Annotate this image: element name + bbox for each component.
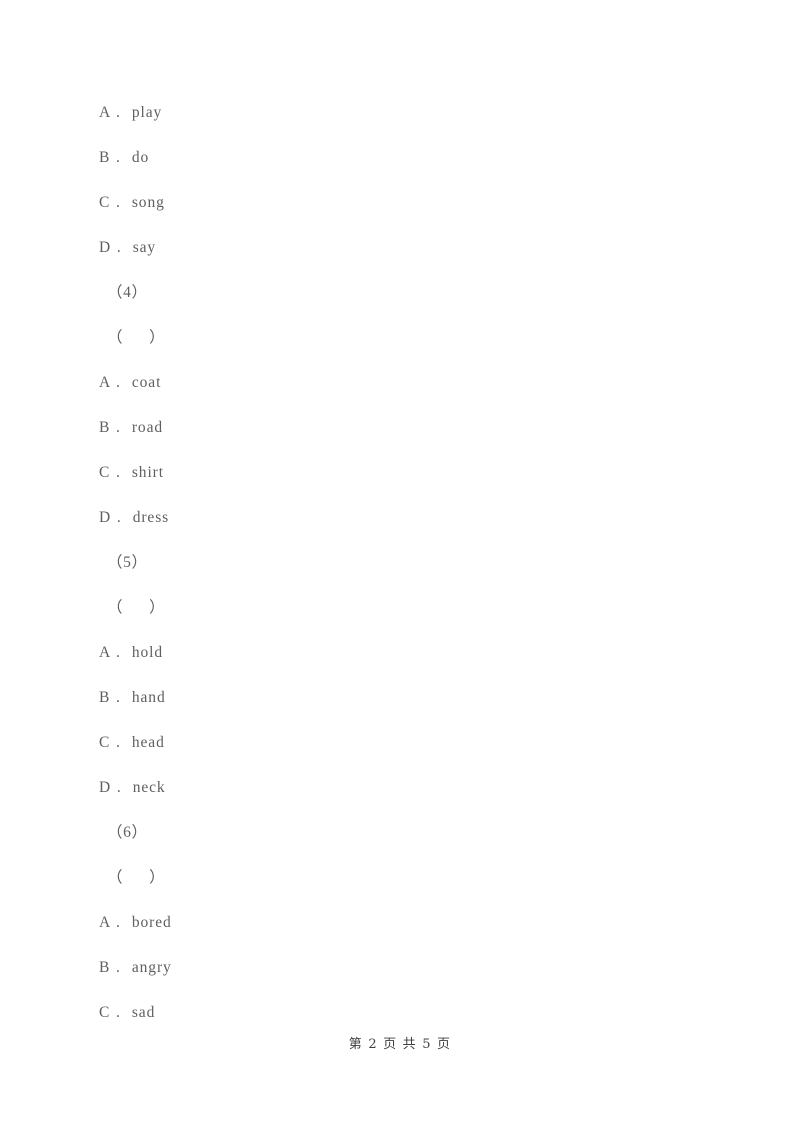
option-text: dress: [132, 509, 170, 526]
option-letter: B: [99, 419, 111, 436]
option-row[interactable]: A . coat: [99, 370, 719, 415]
answer-blank-open-paren: （: [107, 869, 124, 886]
option-text: shirt: [131, 464, 164, 481]
option-text: coat: [131, 374, 162, 391]
option-separator: .: [116, 149, 122, 166]
document-page: A . play B . do C . song D . say （4）（） A . co…: [0, 0, 800, 1132]
option-separator: .: [116, 509, 123, 526]
option-separator: .: [116, 689, 122, 706]
option-separator: .: [116, 914, 122, 931]
option-separator: .: [116, 104, 122, 121]
option-separator: .: [116, 419, 122, 436]
option-letter: C: [99, 464, 111, 481]
answer-blank-open-paren: （: [107, 329, 124, 346]
option-text: angry: [131, 959, 172, 976]
option-text: say: [132, 239, 157, 256]
option-text: head: [131, 734, 165, 751]
option-row[interactable]: A . play: [99, 100, 719, 145]
option-letter: B: [99, 959, 111, 976]
answer-blank-open-paren: （: [107, 599, 124, 616]
option-text: do: [131, 149, 150, 166]
option-separator: .: [116, 194, 122, 211]
option-letter: C: [99, 734, 111, 751]
option-letter: C: [99, 194, 111, 211]
option-separator: .: [116, 734, 122, 751]
option-separator: .: [116, 1004, 122, 1021]
answer-blank[interactable]: （）: [99, 595, 719, 640]
option-letter: D: [99, 509, 112, 526]
option-letter: A: [99, 104, 111, 121]
answer-blank-close-paren: ）: [149, 599, 166, 616]
option-letter: A: [99, 644, 111, 661]
option-row[interactable]: B . do: [99, 145, 719, 190]
option-row[interactable]: C . shirt: [99, 460, 719, 505]
option-text: neck: [132, 779, 166, 796]
option-row[interactable]: A . bored: [99, 910, 719, 955]
option-letter: D: [99, 239, 112, 256]
answer-blank-close-paren: ）: [149, 329, 166, 346]
option-separator: .: [116, 374, 122, 391]
option-row[interactable]: D . neck: [99, 775, 719, 820]
option-letter: B: [99, 149, 111, 166]
option-row[interactable]: B . hand: [99, 685, 719, 730]
option-row[interactable]: D . say: [99, 235, 719, 280]
option-text: song: [131, 194, 165, 211]
answer-blank-close-paren: ）: [149, 869, 166, 886]
question-number: （4）: [107, 284, 148, 301]
option-row[interactable]: C . song: [99, 190, 719, 235]
question-number: （5）: [107, 554, 148, 571]
option-row[interactable]: B . road: [99, 415, 719, 460]
option-letter: A: [99, 914, 111, 931]
option-separator: .: [116, 239, 123, 256]
option-text: play: [131, 104, 163, 121]
option-separator: .: [116, 779, 123, 796]
page-footer: 第 2 页 共 5 页: [348, 1037, 452, 1052]
option-letter: B: [99, 689, 111, 706]
option-text: sad: [131, 1004, 156, 1021]
option-row[interactable]: C . head: [99, 730, 719, 775]
option-text: road: [131, 419, 164, 436]
option-text: bored: [131, 914, 172, 931]
option-row[interactable]: A . hold: [99, 640, 719, 685]
option-separator: .: [116, 959, 122, 976]
option-row[interactable]: D . dress: [99, 505, 719, 550]
option-letter: D: [99, 779, 112, 796]
answer-blank[interactable]: （）: [99, 325, 719, 370]
answer-blank[interactable]: （）: [99, 865, 719, 910]
option-text: hold: [131, 644, 164, 661]
option-row[interactable]: B . angry: [99, 955, 719, 1000]
question-number: （6）: [107, 824, 148, 841]
question-list: A . play B . do C . song D . say （4）（） A . co…: [99, 100, 719, 1045]
option-text: hand: [131, 689, 166, 706]
option-letter: C: [99, 1004, 111, 1021]
option-letter: A: [99, 374, 111, 391]
option-separator: .: [116, 464, 122, 481]
option-separator: .: [116, 644, 122, 661]
